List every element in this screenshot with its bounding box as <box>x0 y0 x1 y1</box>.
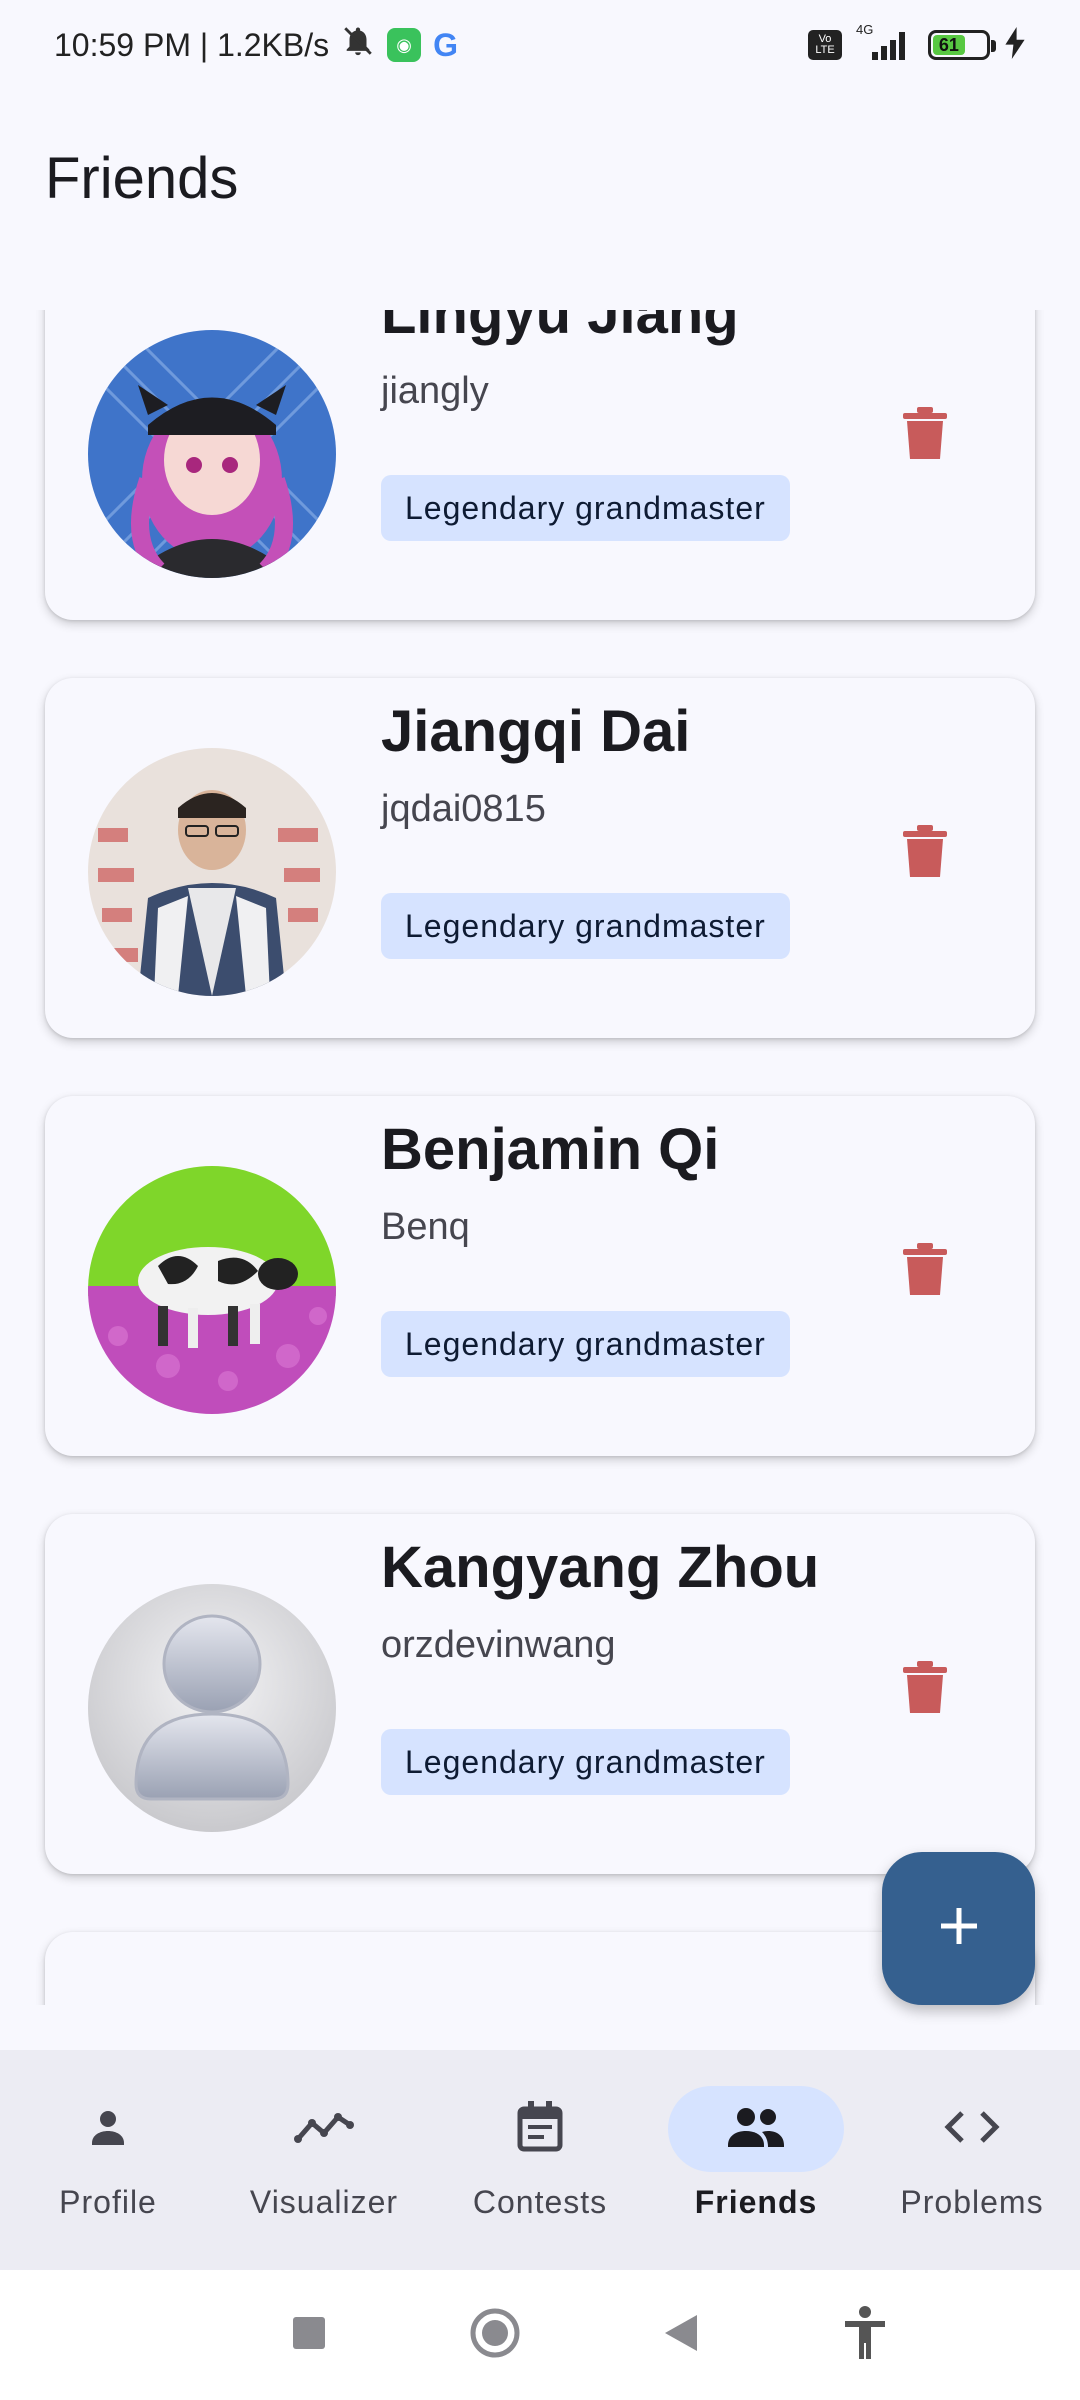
nav-item-profile[interactable]: Profile <box>0 2050 216 2270</box>
bottom-navigation: Profile Visualizer Contests Friends Prob… <box>0 2050 1080 2270</box>
line-chart-icon <box>294 2103 354 2156</box>
back-icon[interactable] <box>663 2313 699 2358</box>
home-icon[interactable] <box>469 2307 521 2364</box>
google-icon: G <box>433 26 459 63</box>
nav-label: Contests <box>472 2184 608 2220</box>
friend-handle: jqdai0815 <box>381 788 546 830</box>
nav-label: Profile <box>59 2184 157 2220</box>
delete-icon[interactable] <box>895 818 955 886</box>
charging-icon <box>1004 26 1026 64</box>
nav-label: Visualizer <box>249 2184 399 2220</box>
person-icon <box>84 2103 132 2156</box>
friends-list[interactable]: Lingyu Jiang jiangly Legendary grandmast… <box>0 310 1080 2005</box>
default-user-avatar[interactable] <box>88 1584 336 1832</box>
battery-level: 61 <box>938 34 959 55</box>
rank-badge: Legendary grandmaster <box>381 893 790 959</box>
friend-card[interactable]: Benjamin Qi Benq Legendary grandmaster <box>45 1096 1035 1456</box>
rank-badge: Legendary grandmaster <box>381 1311 790 1377</box>
status-bar: 10:59 PM | 1.2KB/s ◉ G Vo LTE 4G 61 <box>0 0 1080 90</box>
delete-icon[interactable] <box>895 400 955 468</box>
nav-item-contests[interactable]: Contests <box>432 2050 648 2270</box>
nav-item-visualizer[interactable]: Visualizer <box>216 2050 432 2270</box>
cow-avatar[interactable] <box>88 1166 336 1414</box>
photo-avatar[interactable] <box>88 748 336 996</box>
friend-handle: Benq <box>381 1206 470 1248</box>
add-friend-button[interactable] <box>882 1852 1035 2005</box>
friend-handle: orzdevinwang <box>381 1624 616 1666</box>
plus-icon <box>937 1904 981 1953</box>
code-icon <box>944 2107 1000 2152</box>
bell-muted-icon <box>341 24 375 66</box>
anime-girl-avatar[interactable] <box>88 330 336 578</box>
friend-card[interactable]: Kangyang Zhou orzdevinwang Legendary gra… <box>45 1514 1035 1874</box>
nav-label: Problems <box>900 2184 1044 2220</box>
friend-name: Jiangqi Dai <box>381 699 691 764</box>
page-title: Friends <box>45 146 239 211</box>
status-right: Vo LTE 4G 61 <box>808 22 1026 64</box>
status-left: 10:59 PM | 1.2KB/s ◉ G <box>54 24 458 66</box>
battery-icon: 61 <box>928 30 996 60</box>
friend-card[interactable]: Lingyu Jiang jiangly Legendary grandmast… <box>45 310 1035 620</box>
friend-name: Kangyang Zhou <box>381 1535 820 1600</box>
friend-name: Lingyu Jiang <box>381 310 739 346</box>
nav-item-problems[interactable]: Problems <box>864 2050 1080 2270</box>
friend-handle: jiangly <box>381 370 489 412</box>
nav-item-friends[interactable]: Friends <box>648 2050 864 2270</box>
system-navigation-bar <box>0 2270 1080 2400</box>
friend-card[interactable]: Jiangqi Dai jqdai0815 Legendary grandmas… <box>45 678 1035 1038</box>
recents-icon[interactable] <box>291 2315 327 2356</box>
friend-name: Benjamin Qi <box>381 1117 720 1182</box>
nav-label: Friends <box>694 2184 818 2220</box>
app-notification-icon: ◉ <box>387 28 422 62</box>
calendar-icon <box>516 2100 564 2158</box>
status-time-speed: 10:59 PM | 1.2KB/s <box>54 26 330 63</box>
volte-icon: Vo LTE <box>808 30 842 60</box>
rank-badge: Legendary grandmaster <box>381 1729 790 1795</box>
delete-icon[interactable] <box>895 1236 955 1304</box>
signal-icon: 4G <box>856 22 914 62</box>
accessibility-icon[interactable] <box>841 2305 889 2366</box>
people-icon <box>726 2105 786 2154</box>
delete-icon[interactable] <box>895 1654 955 1722</box>
rank-badge: Legendary grandmaster <box>381 475 790 541</box>
